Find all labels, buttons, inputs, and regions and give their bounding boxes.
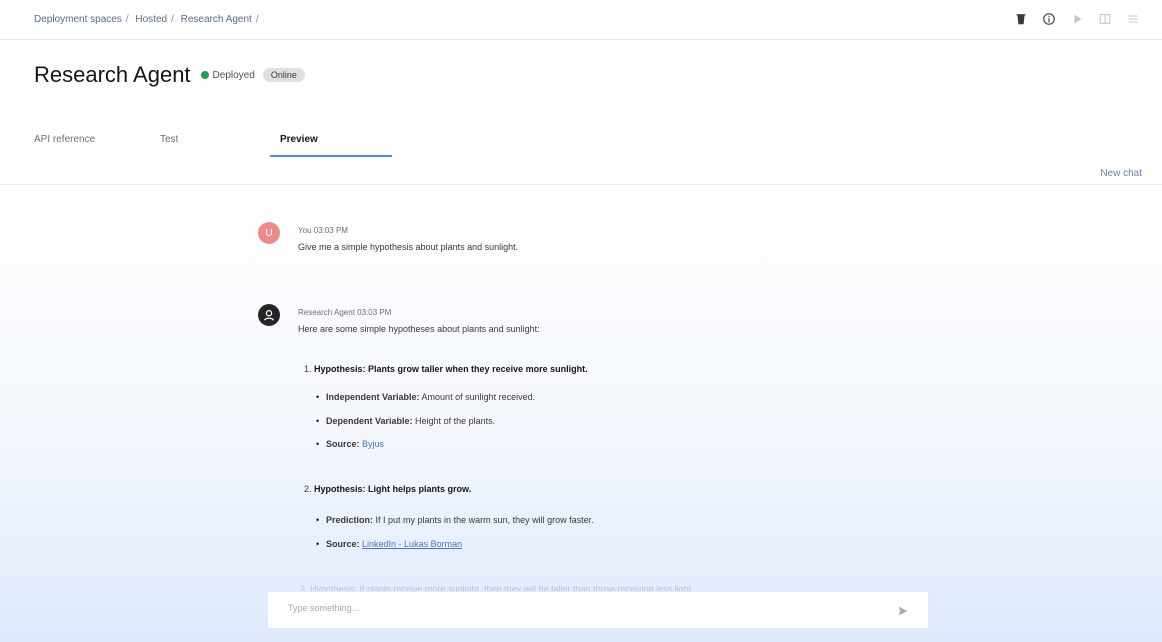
hypothesis-title: Hypothesis: Light helps plants grow. [314,484,472,494]
page-header: Research Agent Deployed Online [34,62,305,88]
run-icon[interactable] [1068,10,1086,28]
menu-icon[interactable] [1124,10,1142,28]
toolbar-icons [1012,10,1142,28]
bullet-label: Source: [326,539,360,549]
message-meta: You 03:03 PM [298,226,348,235]
hypothesis-title: Hypothesis: Plants grow taller when they… [314,364,588,374]
bullet-value: Height of the plants. [415,416,496,426]
hypothesis-1-title: 1. Hypothesis: Plants grow taller when t… [304,364,588,374]
message-intro: Here are some simple hypotheses about pl… [298,324,540,334]
bullet-value: Amount of sunlight received. [421,392,536,402]
chat-input[interactable] [286,602,850,614]
breadcrumb-separator: / [171,14,174,25]
status-badge: Online [262,68,305,82]
info-icon[interactable] [1040,10,1058,28]
breadcrumb-hosted[interactable]: Hosted [135,14,167,25]
tab-test[interactable]: Test [160,134,178,145]
send-button[interactable] [896,604,910,618]
bullet-label: Dependent Variable: [326,416,413,426]
hypothesis-2-title: 2. Hypothesis: Light helps plants grow. [304,484,471,494]
send-icon [898,606,908,616]
breadcrumb-separator: / [125,14,129,25]
list-number: 2. [304,484,312,494]
list-item: Prediction: If I put my plants in the wa… [316,515,594,525]
bullet-label: Prediction: [326,515,374,525]
list-item: Source: Byjus [316,439,384,449]
message-meta: Research Agent 03:03 PM [298,308,392,317]
breadcrumb-research-agent[interactable]: Research Agent [181,14,252,25]
new-chat-button[interactable]: New chat [1100,168,1142,179]
panel-icon[interactable] [1096,10,1114,28]
avatar: U [258,222,280,244]
breadcrumb: Deployment spaces / Hosted / Research Agen… [34,14,263,25]
source-link[interactable]: Byjus [362,439,384,449]
tab-api-reference[interactable]: API reference [34,134,95,145]
user-silhouette-icon [264,310,274,321]
list-item: Independent Variable: Amount of sunlight… [316,392,536,402]
chat-area [0,185,1162,642]
tab-bar: API reference Test Preview [0,128,1162,158]
message-text: Give me a simple hypothesis about plants… [298,242,519,252]
avatar [258,304,280,326]
delete-icon[interactable] [1012,10,1030,28]
bullet-value: If I put my plants in the warm sun, they… [375,515,594,525]
page-title: Research Agent [34,62,191,87]
list-number: 1. [304,364,312,374]
bullet-label: Independent Variable: [326,392,420,402]
tab-preview[interactable]: Preview [280,134,318,145]
source-link[interactable]: LinkedIn - Lukas Borman [362,539,462,549]
bullet-label: Source: [326,439,360,449]
status-text: Deployed [212,69,255,81]
breadcrumb-separator: / [255,14,259,25]
top-bar: Deployment spaces / Hosted / Research Agen… [0,0,1162,40]
breadcrumb-deployment-spaces[interactable]: Deployment spaces [34,14,122,25]
list-item: Dependent Variable: Height of the plants… [316,416,496,426]
list-item: Source: LinkedIn - Lukas Borman [316,539,462,549]
active-tab-indicator [270,155,392,157]
chat-input-bar [267,591,929,629]
status-dot [200,71,209,79]
